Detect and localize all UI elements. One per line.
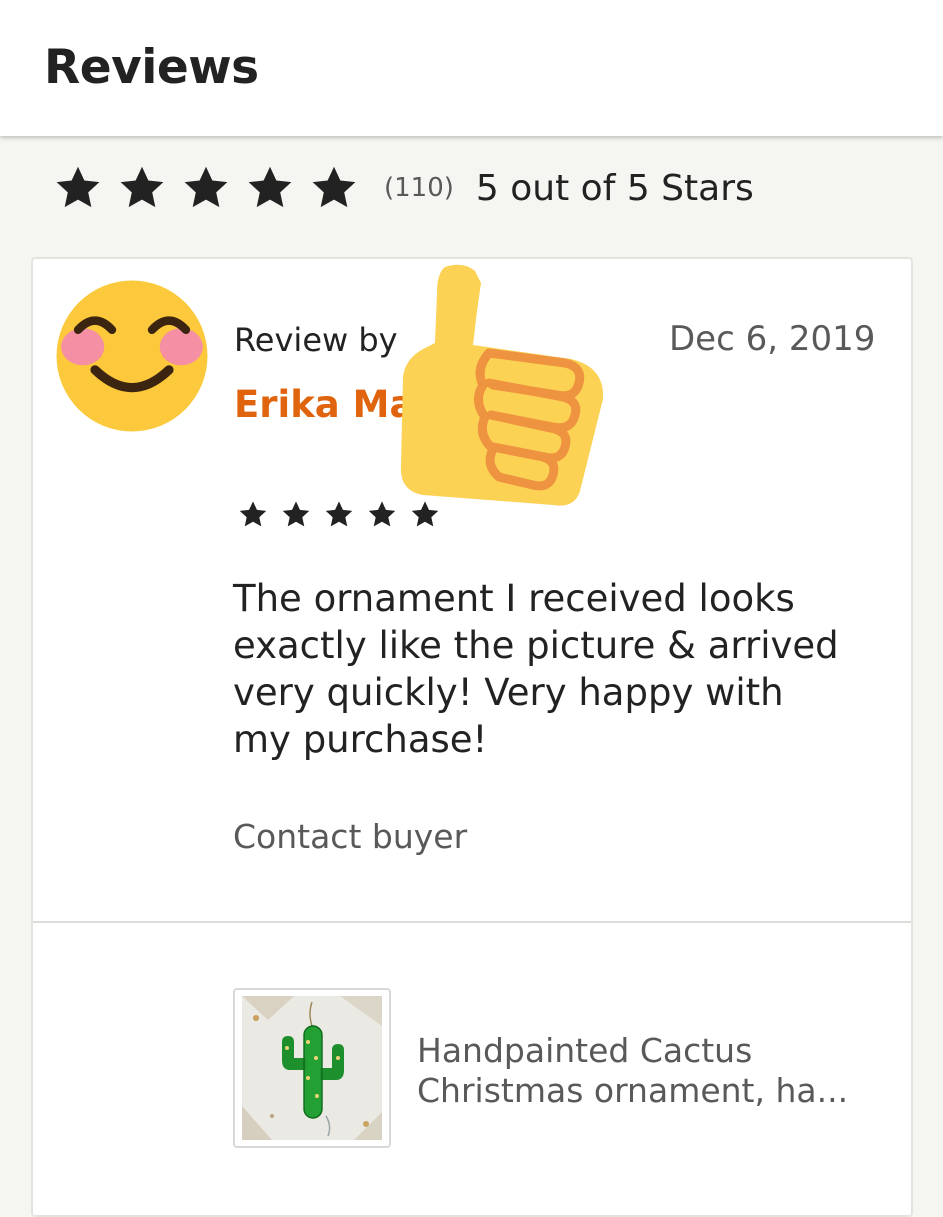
review-by-label: Review by [234,321,398,359]
rating-text: 5 out of 5 Stars [475,167,754,209]
reviews-header: Reviews [0,0,943,136]
divider [33,921,911,923]
star-icon [56,166,100,208]
star-icon [184,166,228,208]
product-title-link[interactable]: Handpainted Cactus Christmas ornament, h… [417,1031,897,1111]
star-icon [120,166,164,208]
review-date: Dec 6, 2019 [669,319,876,359]
star-icon [312,166,356,208]
review-count: (110) [384,173,454,203]
thumbs-up-icon [400,264,604,506]
smiling-face-icon [56,280,208,432]
star-icon [239,501,267,527]
page-title: Reviews [44,40,259,95]
summary-stars [52,163,360,213]
review-text: The ornament I received looks exactly li… [233,577,839,761]
star-icon [325,501,353,527]
star-icon [282,501,310,527]
contact-buyer-link[interactable]: Contact buyer [233,817,467,856]
star-icon [248,166,292,208]
cactus-ornament-image [242,996,382,1140]
rating-summary: (110) 5 out of 5 Stars [52,160,754,216]
product-thumbnail[interactable] [233,988,391,1148]
review-card: Review by Erika Mar Dec 6, 2019 The orna… [31,257,913,1217]
